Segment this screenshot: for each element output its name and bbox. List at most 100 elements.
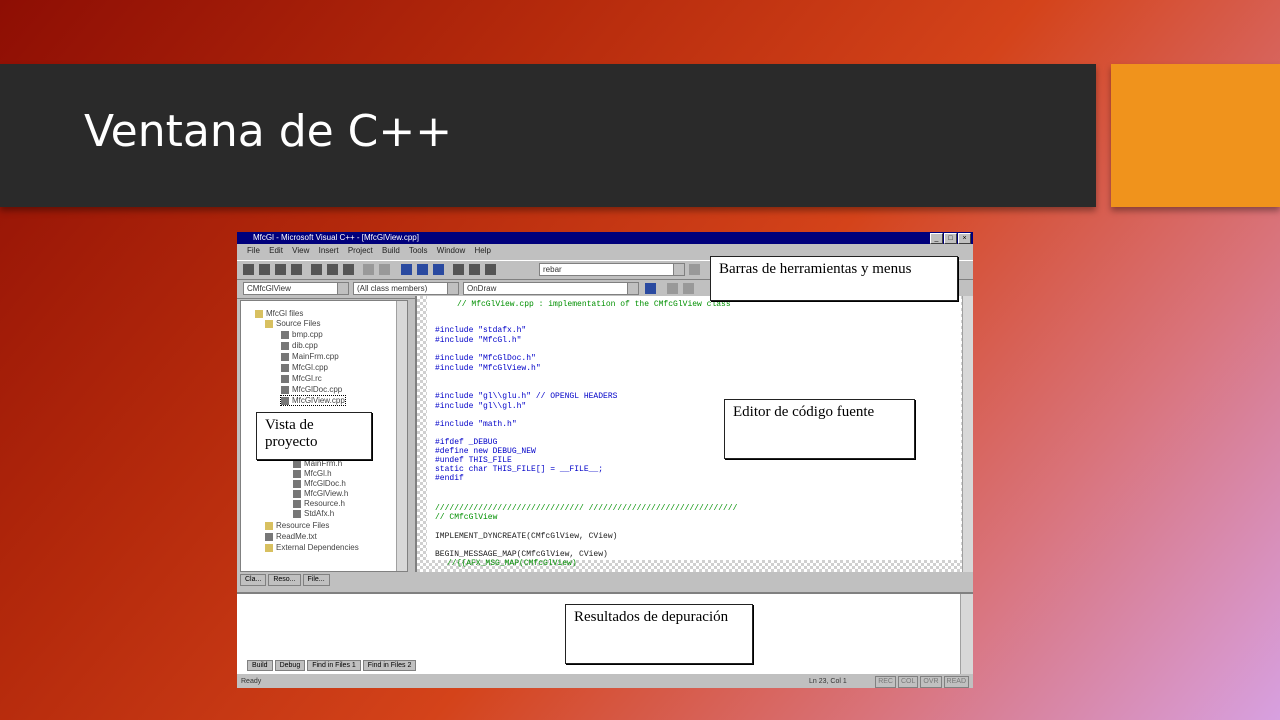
members-combo[interactable]: (All class members) [353, 282, 459, 295]
menu-file[interactable]: File [247, 246, 260, 255]
tree-item[interactable]: dib.cpp [281, 341, 318, 350]
tree-item[interactable]: Resource.h [293, 499, 345, 508]
build-icon[interactable] [667, 283, 678, 294]
code-line: #define new DEBUG_NEW [435, 447, 536, 456]
tree-item-label: MainFrm.h [304, 459, 343, 468]
output-scrollbar[interactable] [960, 594, 973, 674]
find-next-icon[interactable] [689, 264, 700, 275]
accent-box [1111, 64, 1280, 207]
tree-item-label: MfcGl.h [304, 469, 332, 478]
tab-find-in-files-2[interactable]: Find in Files 2 [362, 660, 417, 671]
action-icon[interactable] [645, 283, 656, 294]
tree-item-label: External Dependencies [276, 543, 359, 552]
tab-debug[interactable]: Debug [274, 660, 306, 671]
tab-build[interactable]: Build [247, 660, 273, 671]
tab-class-view[interactable]: Cla... [240, 574, 267, 586]
tree-item[interactable]: StdAfx.h [293, 509, 334, 518]
file-icon [281, 385, 289, 394]
tree-item[interactable]: MfcGlView.h [293, 489, 348, 498]
save-icon[interactable] [275, 264, 286, 275]
tree-item-label: MfcGlDoc.cpp [292, 385, 343, 394]
open-file-icon[interactable] [259, 264, 270, 275]
search-icon[interactable] [485, 264, 496, 275]
window-titlebar: MfcGl - Microsoft Visual C++ - [MfcGlVie… [237, 232, 973, 244]
callout-toolbars: Barras de herramientas y menus [710, 256, 958, 301]
cursor-position: Ln 23, Col 1 [809, 678, 847, 685]
save-all-icon[interactable] [291, 264, 302, 275]
maximize-button[interactable]: □ [944, 233, 957, 244]
tree-item[interactable]: MainFrm.cpp [281, 352, 339, 361]
tree-item-label: StdAfx.h [304, 509, 335, 518]
menu-edit[interactable]: Edit [269, 246, 283, 255]
tree-scrollbar[interactable] [396, 301, 407, 571]
file-icon [281, 396, 289, 405]
minimize-button[interactable]: _ [930, 233, 943, 244]
find-combo[interactable]: rebar [539, 263, 685, 276]
menu-tools[interactable]: Tools [409, 246, 428, 255]
copy-icon[interactable] [327, 264, 338, 275]
windows-icon[interactable] [433, 264, 444, 275]
chevron-down-icon[interactable] [627, 283, 638, 294]
code-line: /////////////////////////////// ////////… [435, 504, 738, 513]
tree-item[interactable]: MfcGl files [255, 309, 303, 318]
tree-item-label: MfcGl.cpp [292, 363, 329, 372]
tree-item[interactable]: Resource Files [265, 521, 329, 530]
status-text: Ready [241, 678, 262, 685]
menu-insert[interactable]: Insert [319, 246, 339, 255]
output-icon[interactable] [417, 264, 428, 275]
paste-icon[interactable] [343, 264, 354, 275]
header-file-icon [293, 499, 301, 508]
output-tabs: Build Debug Find in Files 1 Find in File… [247, 660, 417, 671]
code-line: IMPLEMENT_DYNCREATE(CMfcGlView, CView) [435, 532, 618, 541]
menu-view[interactable]: View [292, 246, 309, 255]
chevron-down-icon[interactable] [337, 283, 348, 294]
header-file-icon [293, 509, 301, 518]
menu-help[interactable]: Help [474, 246, 490, 255]
tree-item-selected[interactable]: MfcGlView.cpp [280, 395, 346, 406]
code-line: #include "gl\\glu.h" // OPENGL HEADERS [435, 392, 618, 401]
tree-item[interactable]: Source Files [265, 319, 320, 328]
workspace-icon[interactable] [401, 264, 412, 275]
tree-item[interactable]: MainFrm.h [293, 459, 342, 468]
tree-item[interactable]: MfcGlDoc.h [293, 479, 346, 488]
chevron-down-icon[interactable] [447, 283, 458, 294]
tab-resource-view[interactable]: Reso... [268, 574, 301, 586]
slide-title: Ventana de C++ [84, 106, 453, 157]
class-combo[interactable]: CMfcGlView [243, 282, 349, 295]
cut-icon[interactable] [311, 264, 322, 275]
tree-item-label: MfcGlView.h [304, 489, 349, 498]
code-line: static char THIS_FILE[] = __FILE__; [435, 465, 604, 474]
redo-icon[interactable] [379, 264, 390, 275]
chevron-down-icon[interactable] [673, 264, 684, 275]
close-button[interactable]: × [958, 233, 971, 244]
status-indicator: OVR [920, 676, 942, 688]
tree-item[interactable]: External Dependencies [265, 543, 359, 552]
tree-item[interactable]: MfcGl.rc [281, 374, 322, 383]
header-file-icon [293, 479, 301, 488]
workspace-tabs: Cla... Reso... File... [240, 574, 408, 586]
header-file-icon [293, 469, 301, 478]
tree-item-label: MfcGl.rc [292, 374, 322, 383]
tab-find-in-files-1[interactable]: Find in Files 1 [307, 660, 361, 671]
undo-icon[interactable] [363, 264, 374, 275]
menu-build[interactable]: Build [382, 246, 400, 255]
file-icon [281, 341, 289, 350]
function-combo[interactable]: OnDraw [463, 282, 639, 295]
code-line: #include "MfcGlView.h" [435, 364, 541, 373]
tree-item[interactable]: bmp.cpp [281, 330, 323, 339]
tree-item[interactable]: MfcGl.cpp [281, 363, 328, 372]
function-combo-value: OnDraw [467, 284, 497, 293]
run-icon[interactable] [683, 283, 694, 294]
tree-item[interactable]: MfcGl.h [293, 469, 332, 478]
menu-project[interactable]: Project [348, 246, 373, 255]
tree-item[interactable]: ReadMe.txt [265, 532, 317, 541]
find-icon[interactable] [469, 264, 480, 275]
tab-file-view[interactable]: File... [302, 574, 330, 586]
editor-scrollbar[interactable] [962, 296, 973, 572]
new-file-icon[interactable] [243, 264, 254, 275]
menu-window[interactable]: Window [437, 246, 465, 255]
tree-item[interactable]: MfcGlDoc.cpp [281, 385, 342, 394]
find-in-files-icon[interactable] [453, 264, 464, 275]
folder-icon [265, 521, 273, 530]
class-combo-value: CMfcGlView [247, 284, 291, 293]
